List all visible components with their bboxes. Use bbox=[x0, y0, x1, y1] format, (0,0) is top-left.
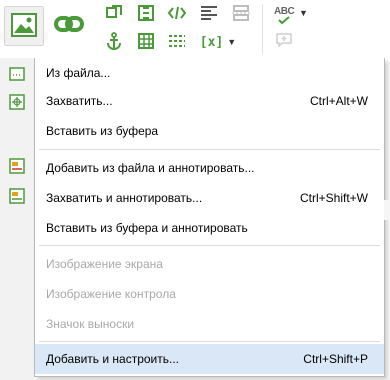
menu-separator bbox=[39, 341, 380, 342]
anchor-button[interactable] bbox=[103, 31, 125, 53]
menu-item-callout-icon: Значок выноски bbox=[35, 309, 384, 339]
align-left-icon bbox=[200, 5, 218, 24]
menu-item-screen-image: Изображение экрана bbox=[35, 249, 384, 279]
code-icon bbox=[167, 6, 187, 23]
background-peek bbox=[384, 200, 390, 220]
menu-item-label: Изображение экрана bbox=[46, 257, 163, 271]
annotate-capture-icon bbox=[9, 188, 25, 204]
insert-video-button[interactable] bbox=[135, 4, 157, 24]
page-break-icon bbox=[232, 4, 250, 24]
table-icon bbox=[138, 32, 154, 52]
comment-icon bbox=[276, 32, 292, 50]
menu-item-label: Вставить из буфера bbox=[46, 124, 159, 138]
insert-image-menu: Из файла... Захватить... Ctrl+Alt+W Вста… bbox=[34, 58, 385, 377]
menu-item-label: Добавить и настроить... bbox=[46, 352, 180, 366]
menu-item-label: Из файла... bbox=[46, 66, 111, 80]
insert-link-button[interactable] bbox=[52, 10, 86, 40]
insert-code-button[interactable] bbox=[166, 4, 188, 24]
menu-item-label: Добавить из файла и аннотировать... bbox=[46, 161, 255, 175]
dashed-rows-icon bbox=[168, 34, 186, 51]
annotate-image-icon bbox=[9, 158, 25, 174]
frame-icon bbox=[106, 4, 122, 24]
left-icon-strip bbox=[0, 58, 34, 380]
menu-item-capture-annotate[interactable]: Захватить и аннотировать... Ctrl+Shift+W bbox=[35, 183, 384, 213]
menu-item-from-file[interactable]: Из файла... bbox=[35, 58, 384, 88]
menu-separator bbox=[39, 149, 380, 150]
menu-item-add-configure[interactable]: Добавить и настроить... Ctrl+Shift+P bbox=[35, 344, 384, 374]
image-small-icon bbox=[9, 66, 25, 82]
capture-icon bbox=[9, 94, 25, 110]
menu-item-label: Значок выноски bbox=[46, 317, 135, 331]
link-icon bbox=[54, 14, 84, 37]
menu-separator bbox=[39, 245, 380, 246]
ribbon-separator bbox=[262, 4, 263, 54]
align-button[interactable] bbox=[198, 4, 220, 24]
comment-button[interactable] bbox=[274, 32, 294, 50]
menu-item-control-image: Изображение контрола bbox=[35, 279, 384, 309]
rows-button[interactable] bbox=[166, 32, 188, 52]
menu-item-shortcut: Ctrl+Shift+W bbox=[299, 191, 368, 205]
dropdown-arrow-icon: ▼ bbox=[227, 37, 237, 47]
menu-item-label: Изображение контрола bbox=[46, 287, 176, 301]
menu-item-add-file-annotate[interactable]: Добавить из файла и аннотировать... bbox=[35, 153, 384, 183]
menu-item-shortcut: Ctrl+Alt+W bbox=[309, 94, 368, 108]
menu-item-label: Захватить... bbox=[46, 94, 113, 108]
menu-item-paste-clipboard[interactable]: Вставить из буфера bbox=[35, 116, 384, 146]
anchor-icon bbox=[106, 31, 122, 53]
menu-item-paste-annotate[interactable]: Вставить из буфера и аннотировать bbox=[35, 213, 384, 243]
page-break-button[interactable] bbox=[230, 4, 252, 24]
menu-item-shortcut: Ctrl+Shift+P bbox=[303, 352, 368, 366]
insert-image-icon bbox=[11, 12, 37, 40]
insert-table-button[interactable] bbox=[135, 32, 157, 52]
spellcheck-button[interactable]: ABC bbox=[272, 4, 298, 26]
ribbon-toolbar: [x] ▼ ABC ▼ bbox=[0, 0, 390, 58]
spellcheck-dropdown-icon[interactable]: ▼ bbox=[299, 8, 308, 18]
filmstrip-icon bbox=[138, 4, 154, 24]
insert-variable-button[interactable]: [x] ▼ bbox=[198, 31, 238, 53]
frame-button[interactable] bbox=[103, 4, 125, 24]
variable-icon: [x] bbox=[199, 34, 224, 50]
menu-item-label: Вставить из буфера и аннотировать bbox=[46, 221, 248, 235]
menu-item-capture[interactable]: Захватить... Ctrl+Alt+W bbox=[35, 86, 384, 116]
insert-image-button[interactable] bbox=[4, 6, 44, 46]
menu-item-label: Захватить и аннотировать... bbox=[46, 191, 203, 205]
